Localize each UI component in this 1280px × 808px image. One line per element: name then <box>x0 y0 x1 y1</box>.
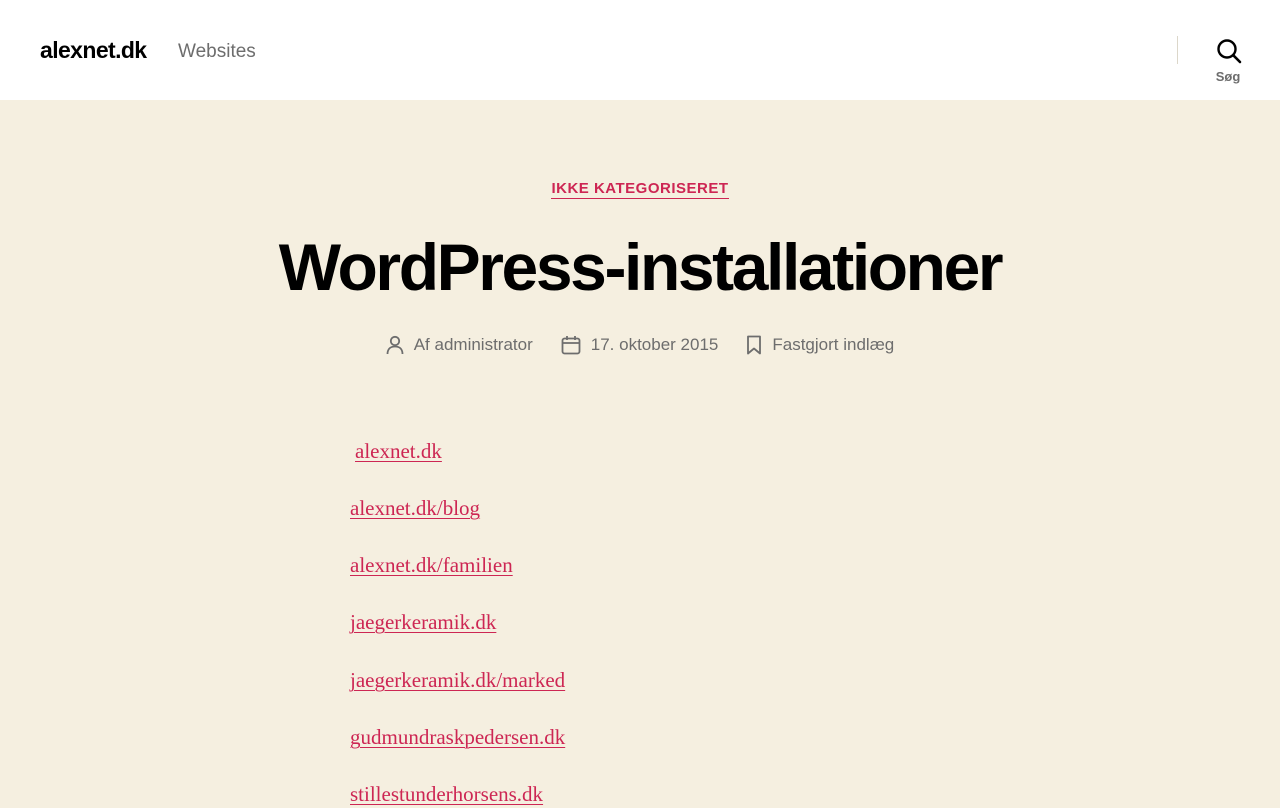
site-title-link[interactable]: alexnet.dk <box>40 34 147 66</box>
post-date: 17. oktober 2015 <box>561 333 719 357</box>
category-link[interactable]: IKKE KATEGORISERET <box>551 180 729 199</box>
post-sticky: Fastgjort indlæg <box>746 333 894 357</box>
search-icon <box>1217 39 1242 64</box>
content-link[interactable]: jaegerkeramik.dk/marked <box>350 666 565 694</box>
content-link[interactable]: gudmundraskpedersen.dk <box>350 723 565 751</box>
post-title: WordPress-installationer <box>278 230 1004 304</box>
calendar-icon <box>561 336 581 355</box>
post-author: Af administrator <box>386 333 533 357</box>
user-icon <box>386 335 404 355</box>
post-meta: Af administrator 17. oktober 2015 Fastgj… <box>0 333 1280 357</box>
content-link[interactable]: alexnet.dk <box>355 437 442 465</box>
content-link[interactable]: jaegerkeramik.dk <box>350 608 496 636</box>
header-divider <box>1177 36 1178 64</box>
content-link[interactable]: alexnet.dk/familien <box>350 551 513 579</box>
sticky-label: Fastgjort indlæg <box>772 335 895 354</box>
content-link[interactable]: stillestunderhorsens.dk <box>350 780 543 808</box>
entry-categories: IKKE KATEGORISERET <box>0 179 1280 199</box>
author-link[interactable]: Af administrator <box>414 333 533 357</box>
search-label: Søg <box>1215 69 1241 84</box>
search-toggle-button[interactable]: Søg <box>1196 36 1260 88</box>
site-description: Websites <box>178 41 256 62</box>
bookmark-icon <box>747 335 762 355</box>
content-link[interactable]: alexnet.dk/blog <box>350 494 480 522</box>
site-header: alexnet.dk Websites Søg <box>0 0 1280 100</box>
date-link[interactable]: 17. oktober 2015 <box>591 333 719 357</box>
